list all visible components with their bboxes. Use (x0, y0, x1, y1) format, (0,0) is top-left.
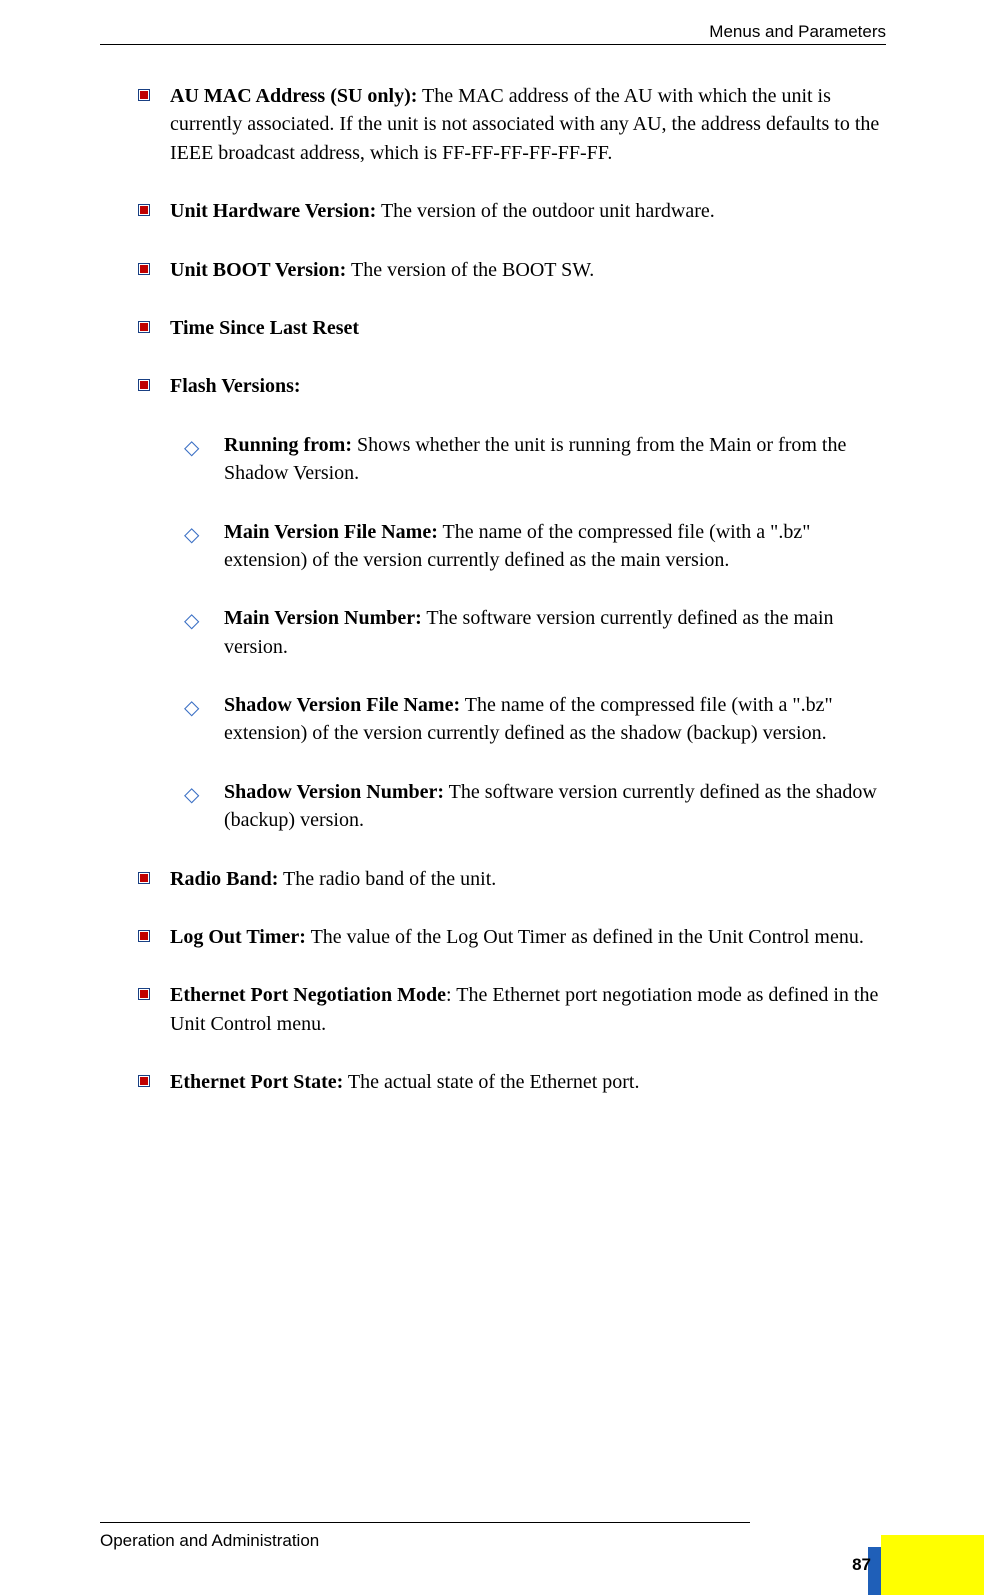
list-item: AU MAC Address (SU only): The MAC addres… (138, 82, 894, 167)
square-bullet-icon (138, 263, 150, 275)
item-label: Flash Versions: (170, 375, 301, 397)
sub-item-label: Main Version File Name: (224, 521, 438, 543)
diamond-bullet-icon: ◇ (184, 781, 199, 809)
square-bullet-icon (138, 89, 150, 101)
item-label: Unit BOOT Version: (170, 259, 346, 281)
sub-item-label: Shadow Version File Name: (224, 694, 460, 716)
item-label: Unit Hardware Version: (170, 200, 376, 222)
header-rule (100, 44, 886, 45)
item-label: Ethernet Port Negotiation Mode (170, 984, 446, 1006)
square-bullet-icon (138, 321, 150, 333)
list-item: Unit Hardware Version: The version of th… (138, 197, 894, 225)
sub-item-label: Shadow Version Number: (224, 781, 444, 803)
sub-list: ◇Running from: Shows whether the unit is… (170, 431, 894, 835)
item-text: The version of the outdoor unit hardware… (376, 200, 714, 222)
footer-rule (100, 1522, 750, 1523)
item-text: The radio band of the unit. (278, 868, 496, 890)
item-label: Radio Band: (170, 868, 278, 890)
sub-list-item: ◇Main Version Number: The software versi… (184, 604, 894, 661)
item-text: The actual state of the Ethernet port. (343, 1071, 639, 1093)
list-item: Ethernet Port State: The actual state of… (138, 1068, 894, 1096)
sub-list-item: ◇Shadow Version Number: The software ver… (184, 778, 894, 835)
item-label: Ethernet Port State: (170, 1071, 343, 1093)
list-item: Log Out Timer: The value of the Log Out … (138, 923, 894, 951)
page-number: 87 (852, 1555, 871, 1575)
yellow-decoration (881, 1535, 984, 1595)
diamond-bullet-icon: ◇ (184, 694, 199, 722)
list-item: Radio Band: The radio band of the unit. (138, 865, 894, 893)
diamond-bullet-icon: ◇ (184, 434, 199, 462)
header-title: Menus and Parameters (709, 22, 886, 42)
square-bullet-icon (138, 1075, 150, 1087)
item-label: Time Since Last Reset (170, 317, 359, 339)
list-item: Ethernet Port Negotiation Mode: The Ethe… (138, 981, 894, 1038)
square-bullet-icon (138, 930, 150, 942)
item-label: Log Out Timer: (170, 926, 306, 948)
item-label: AU MAC Address (SU only): (170, 85, 417, 107)
list-item: Time Since Last Reset (138, 314, 894, 342)
diamond-bullet-icon: ◇ (184, 521, 199, 549)
item-text: The value of the Log Out Timer as define… (306, 926, 864, 948)
list-item: Unit BOOT Version: The version of the BO… (138, 256, 894, 284)
sub-list-item: ◇Running from: Shows whether the unit is… (184, 431, 894, 488)
square-bullet-icon (138, 872, 150, 884)
sub-item-label: Main Version Number: (224, 607, 422, 629)
sub-list-item: ◇Main Version File Name: The name of the… (184, 518, 894, 575)
diamond-bullet-icon: ◇ (184, 607, 199, 635)
square-bullet-icon (138, 204, 150, 216)
content-body: AU MAC Address (SU only): The MAC addres… (138, 82, 894, 1127)
square-bullet-icon (138, 988, 150, 1000)
item-text: The version of the BOOT SW. (346, 259, 594, 281)
sub-item-label: Running from: (224, 434, 352, 456)
footer-text: Operation and Administration (100, 1531, 319, 1551)
square-bullet-icon (138, 379, 150, 391)
sub-list-item: ◇Shadow Version File Name: The name of t… (184, 691, 894, 748)
list-item: Flash Versions:◇Running from: Shows whet… (138, 372, 894, 834)
